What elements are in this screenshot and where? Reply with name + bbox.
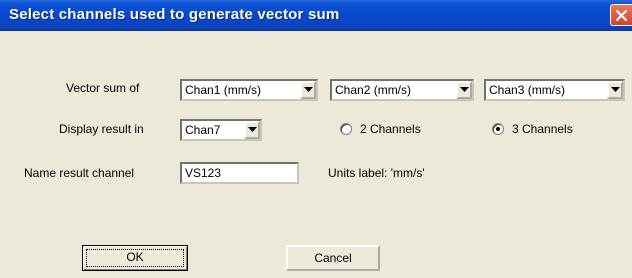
- result-name-input[interactable]: VS123: [180, 162, 299, 184]
- channel-a-value: Chan1 (mm/s): [185, 83, 262, 97]
- two-channels-radio[interactable]: [340, 123, 352, 135]
- channel-a-select[interactable]: Chan1 (mm/s): [180, 79, 318, 101]
- two-channels-label[interactable]: 2 Channels: [360, 122, 421, 136]
- title-bar[interactable]: Select channels used to generate vector …: [0, 0, 632, 31]
- chevron-down-icon: [248, 127, 257, 132]
- channel-c-select[interactable]: Chan3 (mm/s): [484, 79, 625, 101]
- channel-b-value: Chan2 (mm/s): [335, 83, 412, 97]
- units-label: Units label: 'mm/s': [328, 166, 425, 180]
- channel-b-select[interactable]: Chan2 (mm/s): [330, 79, 474, 101]
- channel-c-dropdown-button[interactable]: [607, 81, 623, 99]
- cancel-button[interactable]: Cancel: [286, 245, 380, 271]
- result-name-value: VS123: [185, 166, 222, 180]
- three-channels-radio[interactable]: [492, 123, 504, 135]
- channel-b-dropdown-button[interactable]: [456, 81, 472, 99]
- cancel-label: Cancel: [314, 251, 352, 265]
- display-result-label: Display result in: [59, 122, 144, 136]
- result-channel-value: Chan7: [185, 123, 221, 137]
- chevron-down-icon: [304, 87, 313, 92]
- chevron-down-icon: [611, 87, 620, 92]
- chevron-down-icon: [460, 87, 469, 92]
- channel-c-value: Chan3 (mm/s): [489, 83, 566, 97]
- result-channel-select[interactable]: Chan7: [180, 119, 262, 141]
- dialog-title: Select channels used to generate vector …: [9, 6, 340, 23]
- name-result-label: Name result channel: [24, 166, 135, 180]
- result-channel-dropdown-button[interactable]: [244, 121, 260, 139]
- ok-button[interactable]: OK: [82, 245, 188, 271]
- vector-sum-label: Vector sum of: [66, 81, 140, 95]
- focus-rectangle: [86, 249, 184, 267]
- channel-a-dropdown-button[interactable]: [300, 81, 316, 99]
- close-button[interactable]: [610, 4, 632, 26]
- three-channels-label[interactable]: 3 Channels: [512, 122, 573, 136]
